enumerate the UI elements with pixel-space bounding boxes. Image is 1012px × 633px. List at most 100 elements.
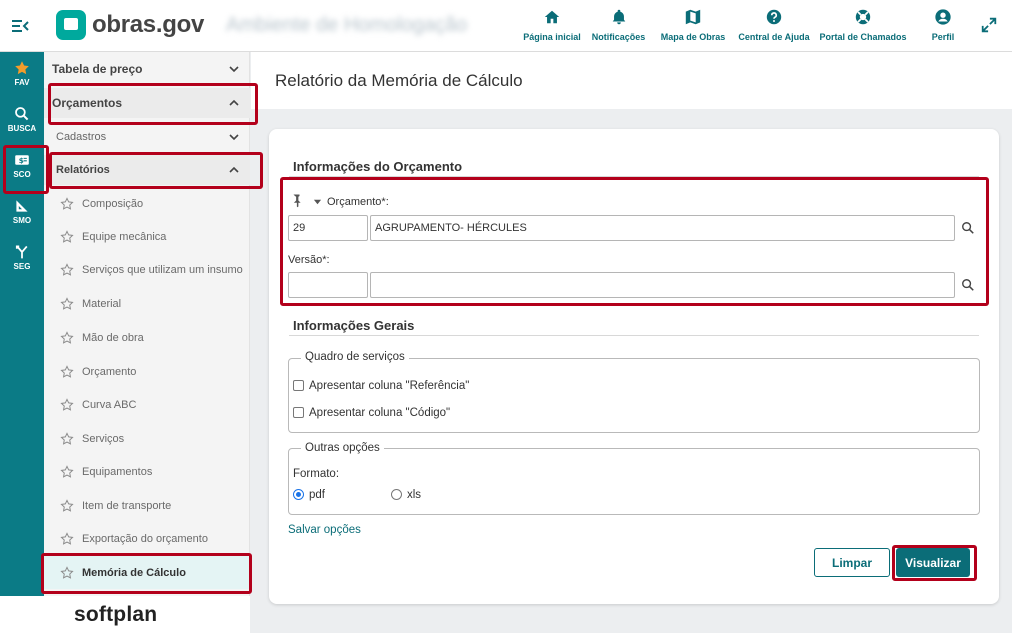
radio-xls[interactable] — [391, 489, 402, 500]
label-xls[interactable]: xls — [407, 489, 421, 501]
star-outline-icon — [60, 364, 74, 378]
search-icon[interactable] — [961, 278, 975, 292]
legend-quadro-servicos: Quadro de serviços — [301, 351, 409, 363]
nav-profile[interactable]: Perfil — [911, 8, 975, 42]
sidebar-item-servicos-insumo[interactable]: Serviços que utilizam um insumo — [44, 253, 250, 286]
orcamento-label: Orçamento*: — [327, 196, 389, 208]
sidebar-item-mao-de-obra[interactable]: Mão de obra — [44, 321, 250, 354]
rail-item-fav-label: FAV — [14, 78, 30, 87]
sidebar-item-material[interactable]: Material — [44, 287, 250, 320]
section-title-gerais: Informações Gerais — [293, 318, 415, 333]
nav-help-label: Central de Ajuda — [738, 32, 810, 42]
star-outline-icon — [60, 565, 74, 579]
sidebar-item-label: Cadastros — [56, 131, 107, 143]
search-icon[interactable] — [961, 221, 975, 235]
sidebar-item-equipe-mecanica[interactable]: Equipe mecânica — [44, 220, 250, 253]
rail-item-sco-label: SCO — [13, 170, 31, 179]
nav-map[interactable]: Mapa de Obras — [653, 8, 733, 42]
checkbox-referencia[interactable] — [293, 380, 304, 391]
caret-down-icon[interactable] — [313, 197, 322, 206]
section-title-orcamento: Informações do Orçamento — [293, 159, 463, 174]
sidebar-item-label: Orçamento — [82, 365, 137, 378]
label-pdf[interactable]: pdf — [309, 489, 325, 501]
sidebar-item-item-transporte[interactable]: Item de transporte — [44, 489, 250, 522]
limpar-button[interactable]: Limpar — [814, 548, 890, 577]
rail-item-smo[interactable]: SMO — [0, 198, 44, 225]
legend-outras-opcoes: Outras opções — [301, 442, 384, 454]
sidebar-item-label: Item de transporte — [82, 499, 172, 512]
app-logo[interactable]: obras.gov — [56, 10, 204, 40]
sidebar-item-label: Exportação do orçamento — [82, 532, 208, 545]
menu-toggle-icon[interactable] — [10, 16, 30, 36]
rail-item-seg[interactable]: SEG — [0, 244, 44, 271]
star-outline-icon — [60, 262, 74, 276]
sidebar-item-label: Serviços — [82, 432, 125, 445]
nav-tickets-label: Portal de Chamados — [819, 32, 907, 42]
rail-item-busca[interactable]: BUSCA — [0, 106, 44, 133]
star-outline-icon — [60, 330, 74, 344]
checkbox-codigo[interactable] — [293, 407, 304, 418]
label-referencia[interactable]: Apresentar coluna "Referência" — [309, 380, 469, 392]
nav-notifications[interactable]: Notificações — [584, 8, 653, 42]
sidebar-item-cadastros[interactable]: Cadastros — [44, 124, 250, 150]
sidebar-item-curva-abc[interactable]: Curva ABC — [44, 388, 250, 421]
search-icon — [15, 107, 29, 121]
page-title: Relatório da Memória de Cálculo — [275, 71, 523, 90]
versao-code-input[interactable] — [288, 272, 368, 298]
orcamento-description-input[interactable]: AGRUPAMENTO- HÉRCULES — [370, 215, 955, 241]
sidebar-item-composicao[interactable]: Composição — [44, 187, 250, 220]
merge-icon — [15, 245, 28, 259]
sidebar-item-equipamentos[interactable]: Equipamentos — [44, 455, 250, 488]
sidebar-item-orcamentos[interactable]: Orçamentos — [44, 88, 250, 118]
map-icon — [685, 9, 701, 25]
sidebar-menu: Tabela de preço Orçamentos Cadastros Rel… — [44, 52, 250, 596]
logo-mark-icon — [56, 10, 86, 40]
bell-icon — [612, 9, 625, 25]
radio-pdf[interactable] — [293, 489, 304, 500]
help-icon — [766, 9, 782, 25]
expand-icon[interactable] — [980, 16, 998, 34]
rail-item-seg-label: SEG — [13, 262, 31, 271]
lifebuoy-icon — [855, 9, 871, 25]
fieldset-quadro-servicos — [288, 358, 980, 433]
chevron-down-icon — [229, 66, 239, 73]
salvar-opcoes-link[interactable]: Salvar opções — [288, 524, 361, 536]
visualizar-button[interactable]: Visualizar — [896, 548, 970, 577]
sidebar-item-label: Equipamentos — [82, 465, 153, 478]
sidebar-item-label: Curva ABC — [82, 398, 137, 411]
chevron-up-icon — [229, 166, 239, 173]
logo-text: obras.gov — [92, 11, 204, 38]
ruler-icon — [16, 200, 28, 212]
rail-item-sco[interactable]: $ SCO — [0, 152, 44, 179]
rail-item-fav[interactable]: FAV — [0, 60, 44, 87]
sidebar-item-label: Composição — [82, 197, 144, 210]
nav-home[interactable]: Página inicial — [520, 8, 584, 42]
star-outline-icon — [60, 531, 74, 545]
nav-tickets[interactable]: Portal de Chamados — [815, 8, 911, 42]
sidebar-item-exportacao[interactable]: Exportação do orçamento — [44, 522, 250, 555]
rail-item-busca-label: BUSCA — [7, 124, 37, 133]
nav-notifications-label: Notificações — [591, 32, 646, 42]
nav-help[interactable]: Central de Ajuda — [733, 8, 815, 42]
pin-icon[interactable] — [289, 193, 304, 208]
fieldset-outras-opcoes — [288, 448, 980, 515]
module-rail: FAV BUSCA $ SCO SMO SEG — [0, 52, 44, 596]
top-bar: obras.gov Ambiente de Homologação Página… — [0, 0, 1012, 52]
orcamento-code-input[interactable]: 29 — [288, 215, 368, 241]
sidebar-item-relatorios[interactable]: Relatórios — [44, 155, 250, 185]
label-codigo[interactable]: Apresentar coluna "Código" — [309, 407, 450, 419]
sidebar-item-label: Material — [82, 297, 122, 310]
sidebar-item-orcamento[interactable]: Orçamento — [44, 355, 250, 388]
nav-profile-label: Perfil — [931, 32, 955, 42]
home-icon — [544, 10, 560, 24]
chevron-up-icon — [229, 99, 239, 106]
sidebar-item-memoria-calculo[interactable]: Memória de Cálculo — [44, 556, 250, 589]
star-outline-icon — [60, 196, 74, 210]
sidebar-item-servicos[interactable]: Serviços — [44, 422, 250, 455]
versao-label: Versão*: — [288, 254, 330, 266]
sidebar-item-tabela-preco[interactable]: Tabela de preço — [44, 56, 250, 82]
sidebar-item-label: Mão de obra — [82, 331, 144, 344]
softplan-logo: softplan — [74, 603, 158, 626]
rail-item-smo-label: SMO — [12, 216, 32, 225]
versao-description-input[interactable] — [370, 272, 955, 298]
